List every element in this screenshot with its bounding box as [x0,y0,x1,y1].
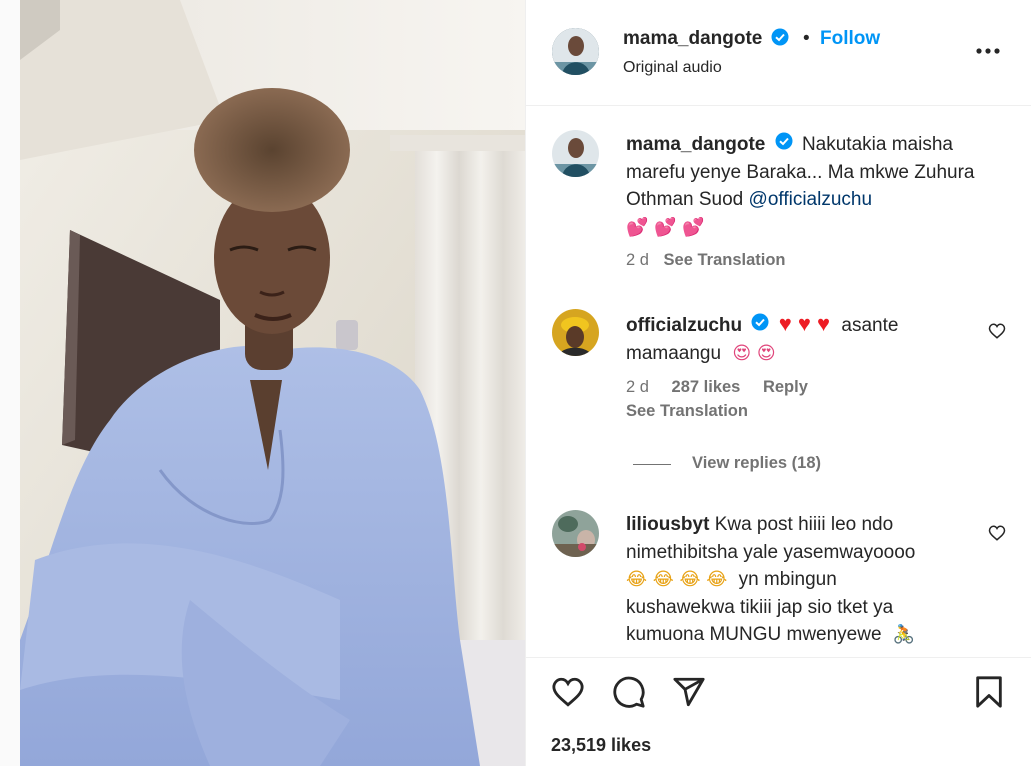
author-avatar-image [552,28,599,75]
caption-meta: 2 d See Translation [626,251,786,270]
comment-avatar-liliousbyt[interactable] [552,510,599,557]
post-likes-count[interactable]: 23,519 likes [551,735,651,756]
replies-line-divider [633,464,671,465]
caption-time[interactable]: 2 d [626,251,649,269]
comment-line-3: yn mbingun [738,569,837,590]
caption-body: mama_dangote Nakutakia maisha marefu yen… [626,131,1006,241]
comment-reply-button[interactable]: Reply [763,378,808,396]
caption-username[interactable]: mama_dangote [626,134,765,155]
bookmark-icon[interactable] [972,675,1006,714]
view-replies-button[interactable]: View replies (18) [692,454,821,473]
comment-see-translation[interactable]: See Translation [626,402,748,421]
author-username[interactable]: mama_dangote [623,28,762,49]
paper-plane-icon[interactable] [672,675,706,714]
comment-meta: 2 d 287 likes Reply [626,378,808,397]
comment-like-heart-icon[interactable] [988,322,1006,340]
comment-line-2: nimethibitsha yale yasemwayoooo [626,541,916,563]
post-video[interactable] [20,0,525,766]
comment-avatar-officialzuchu[interactable] [552,309,599,356]
comment-emojis: 😍 😍 [732,342,776,364]
left-gutter [0,0,20,766]
author-avatar[interactable] [552,28,599,75]
caption-see-translation[interactable]: See Translation [664,251,786,269]
comment-avatar-image [552,309,599,356]
verified-badge-icon [775,131,793,159]
more-dots-icon[interactable] [974,36,1002,56]
header-separator: • [803,28,810,49]
comment-text-a: asante [841,315,899,336]
comment-line-4: kushawekwa tikiii jap sio tket ya [626,596,894,618]
heart-outline-icon[interactable] [551,675,585,714]
comment-text-b: mamaangu [626,342,722,364]
caption-emojis: 💕 💕 💕 [626,216,705,238]
comment-avatar-image [552,510,599,557]
comment-like-heart-icon[interactable] [988,524,1006,542]
comment-hearts: ♥ ♥ ♥ [778,311,831,336]
comment-line-5: kumuona MUNGU mwenyewe [626,624,882,645]
comment-username[interactable]: liliousbyt [626,514,709,535]
verified-badge-icon [751,312,769,340]
comment-time[interactable]: 2 d [626,378,649,396]
post-sidebar: mama_dangote • Follow Original audio mam… [525,0,1031,766]
comment-line-1: Kwa post hiiii leo ndo [714,514,894,535]
caption-mention-link[interactable]: @officialzuchu [749,189,873,210]
comment-body: liliousbyt Kwa post hiiii leo ndo nimeth… [626,511,996,649]
comment-username[interactable]: officialzuchu [626,315,742,336]
follow-button[interactable]: Follow [820,28,880,50]
author-username-row: mama_dangote [623,28,789,51]
comment-cyclist-emoji: 🚴 [892,624,916,645]
caption-avatar-image [552,130,599,177]
comment-laugh-emojis: 😂 😂 😂 😂 [626,569,728,590]
audio-label[interactable]: Original audio [623,59,722,77]
verified-badge-icon [771,28,789,51]
comment-likes[interactable]: 287 likes [672,378,741,396]
caption-avatar[interactable] [552,130,599,177]
comment-body: officialzuchu ♥ ♥ ♥ asante mamaangu 😍 😍 [626,310,986,367]
speech-bubble-icon[interactable] [612,675,646,714]
post-header: mama_dangote • Follow Original audio [526,0,1031,106]
video-frame-illustration [20,0,525,766]
